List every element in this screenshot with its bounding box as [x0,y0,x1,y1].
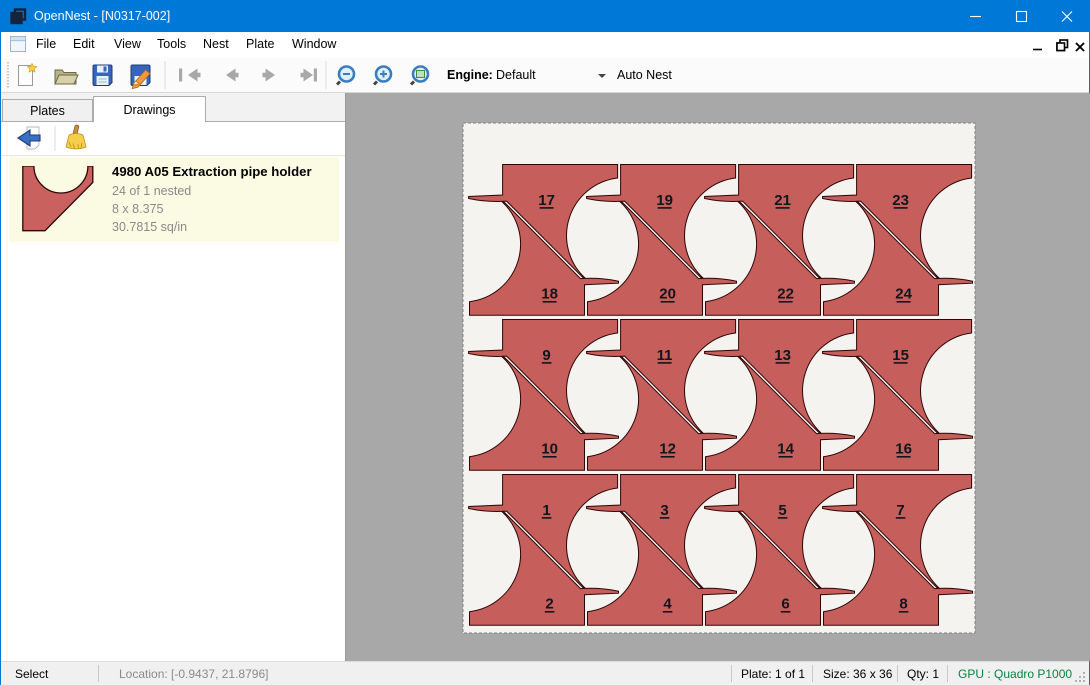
svg-text:11: 11 [657,347,673,364]
svg-text:19: 19 [656,192,673,209]
svg-text:23: 23 [892,192,909,209]
svg-text:1: 1 [542,502,550,519]
svg-text:22: 22 [777,286,794,303]
svg-text:3: 3 [660,502,668,519]
svg-text:12: 12 [659,441,676,458]
svg-text:21: 21 [774,192,791,209]
svg-text:2: 2 [545,596,553,613]
svg-text:15: 15 [892,347,909,364]
svg-text:9: 9 [542,347,550,364]
svg-text:13: 13 [774,347,791,364]
svg-text:7: 7 [896,502,904,519]
svg-text:16: 16 [895,441,912,458]
svg-text:14: 14 [777,441,794,458]
svg-text:10: 10 [541,441,558,458]
svg-text:6: 6 [781,596,789,613]
svg-text:24: 24 [895,286,912,303]
svg-text:20: 20 [659,286,676,303]
svg-text:4: 4 [663,596,672,613]
svg-text:5: 5 [778,502,786,519]
svg-text:17: 17 [538,192,555,209]
svg-text:18: 18 [541,286,558,303]
svg-text:8: 8 [899,596,907,613]
